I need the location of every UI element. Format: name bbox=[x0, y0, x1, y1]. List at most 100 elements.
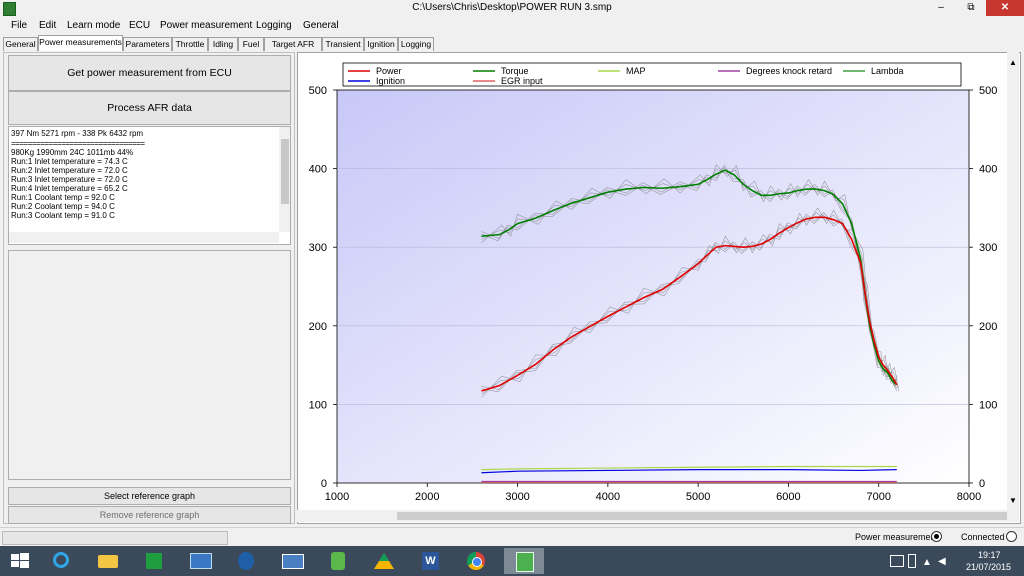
process-afr-button[interactable]: Process AFR data bbox=[8, 91, 291, 125]
google-drive-icon[interactable] bbox=[368, 548, 400, 574]
secondary-scrollbar[interactable] bbox=[279, 251, 290, 479]
close-button[interactable]: ✕ bbox=[986, 0, 1024, 16]
chart-horizontal-scrollbar[interactable] bbox=[297, 510, 1007, 522]
internet-explorer-icon[interactable] bbox=[46, 548, 78, 574]
x-tick-label: 1000 bbox=[325, 491, 349, 503]
windows-start-icon[interactable] bbox=[4, 548, 36, 574]
log-scroll-thumb[interactable] bbox=[281, 139, 289, 204]
log-line: Run:4 Inlet temperature = 65.2 C bbox=[11, 184, 128, 193]
get-power-measurement-button[interactable]: Get power measurement from ECU bbox=[8, 55, 291, 91]
battery-icon[interactable] bbox=[908, 554, 916, 568]
tab-parameters[interactable]: Parameters bbox=[123, 37, 172, 51]
action-center-icon[interactable] bbox=[890, 555, 904, 567]
tab-target-afr[interactable]: Target AFR bbox=[264, 37, 322, 51]
results-log[interactable]: 397 Nm 5271 rpm - 338 Pk 6432 rpm ======… bbox=[8, 126, 291, 245]
file-explorer-icon[interactable] bbox=[92, 548, 124, 574]
y-tick-label-left: 0 bbox=[321, 478, 327, 490]
y-tick-label-right: 400 bbox=[979, 164, 997, 176]
connected-radio[interactable] bbox=[1006, 531, 1017, 542]
tab-transient[interactable]: Transient bbox=[322, 37, 364, 51]
log-line: Run:3 Inlet temperature = 72.0 C bbox=[11, 175, 128, 184]
menu-bar bbox=[0, 17, 1024, 35]
chart-legend-box bbox=[342, 62, 962, 87]
x-tick-label: 3000 bbox=[505, 491, 529, 503]
menu-file[interactable]: File bbox=[11, 20, 27, 31]
log-line: 980Kg 1990mm 24C 1011mb 44% bbox=[11, 148, 134, 157]
maximize-button[interactable]: ⧉ bbox=[958, 0, 984, 16]
volume-icon[interactable]: ◀ bbox=[938, 556, 946, 567]
calculator-icon[interactable] bbox=[230, 548, 262, 574]
radio-selected-dot bbox=[934, 534, 939, 539]
scroll-up-icon[interactable]: ▲ bbox=[1009, 58, 1017, 67]
legend-label: Lambda bbox=[871, 66, 904, 76]
window-title: C:\Users\Chris\Desktop\POWER RUN 3.smp bbox=[412, 2, 612, 13]
connected-label: Connected bbox=[961, 532, 1005, 542]
x-tick-label: 7000 bbox=[866, 491, 890, 503]
y-tick-label-left: 300 bbox=[309, 242, 327, 254]
y-tick-label-left: 500 bbox=[309, 85, 327, 97]
progress-bar bbox=[2, 531, 228, 545]
power-measurement-label: Power measurement bbox=[855, 532, 939, 542]
remove-reference-graph-button[interactable]: Remove reference graph bbox=[8, 506, 291, 524]
x-tick-label: 4000 bbox=[596, 491, 620, 503]
tab-general[interactable]: General bbox=[3, 37, 38, 51]
y-tick-label-left: 400 bbox=[309, 164, 327, 176]
chart-panel: 0 0 100 100 200 200 300 300 400 400 500 500 1000 2000… bbox=[297, 52, 1021, 524]
log-line: Run:2 Inlet temperature = 72.0 C bbox=[11, 166, 128, 175]
power-chart[interactable]: 0 0 100 100 200 200 300 300 400 400 500 500 1000 2000… bbox=[298, 53, 1020, 511]
x-tick-label: 5000 bbox=[686, 491, 710, 503]
y-tick-label-right: 0 bbox=[979, 478, 985, 490]
legend-label: Power bbox=[376, 66, 402, 76]
legend-label: Ignition bbox=[376, 76, 405, 86]
minimize-button[interactable]: – bbox=[928, 0, 954, 16]
x-tick-label: 6000 bbox=[776, 491, 800, 503]
menu-logging[interactable]: Logging bbox=[256, 20, 292, 31]
taskbar-time[interactable]: 19:17 bbox=[978, 550, 1001, 560]
messaging-icon[interactable] bbox=[276, 548, 308, 574]
evernote-icon[interactable] bbox=[322, 548, 354, 574]
chart-scroll-thumb[interactable] bbox=[397, 512, 1007, 520]
tab-power-measurements[interactable]: Power measurements bbox=[38, 35, 123, 51]
remote-desktop-icon[interactable] bbox=[184, 548, 216, 574]
legend-label: MAP bbox=[626, 66, 646, 76]
scroll-down-icon[interactable]: ▼ bbox=[1009, 496, 1017, 505]
tab-idling[interactable]: Idling bbox=[208, 37, 238, 51]
menu-learn-mode[interactable]: Learn mode bbox=[67, 20, 120, 31]
word-icon[interactable]: W bbox=[414, 548, 446, 574]
y-tick-label-right: 500 bbox=[979, 85, 997, 97]
chrome-icon[interactable] bbox=[460, 548, 492, 574]
secondary-output-box[interactable] bbox=[8, 250, 291, 480]
tab-logging[interactable]: Logging bbox=[398, 37, 434, 51]
x-tick-label: 8000 bbox=[957, 491, 981, 503]
menu-general[interactable]: General bbox=[303, 20, 339, 31]
y-tick-label-right: 100 bbox=[979, 399, 997, 411]
tab-fuel[interactable]: Fuel bbox=[238, 37, 264, 51]
legend-label: EGR input bbox=[501, 76, 543, 86]
log-line: ================================ bbox=[11, 139, 145, 148]
log-line: 397 Nm 5271 rpm - 338 Pk 6432 rpm bbox=[11, 129, 144, 138]
menu-power-measurement[interactable]: Power measurement bbox=[160, 20, 252, 31]
tab-throttle[interactable]: Throttle bbox=[172, 37, 208, 51]
log-line: Run:2 Coolant temp = 94.0 C bbox=[11, 202, 115, 211]
plot-area bbox=[336, 89, 970, 484]
y-tick-label-right: 200 bbox=[979, 321, 997, 333]
log-line: Run:3 Coolant temp = 91.0 C bbox=[11, 211, 115, 220]
menu-ecu[interactable]: ECU bbox=[129, 20, 150, 31]
log-line: Run:1 Coolant temp = 92.0 C bbox=[11, 193, 115, 202]
log-horizontal-scrollbar[interactable] bbox=[9, 232, 279, 243]
store-icon[interactable] bbox=[138, 548, 170, 574]
chart-vertical-scrollbar[interactable]: ▲ ▼ bbox=[1007, 52, 1019, 522]
legend-label: Torque bbox=[501, 66, 529, 76]
taskbar-date[interactable]: 21/07/2015 bbox=[966, 562, 1011, 572]
x-tick-label: 2000 bbox=[415, 491, 439, 503]
y-tick-label-left: 200 bbox=[309, 321, 327, 333]
select-reference-graph-button[interactable]: Select reference graph bbox=[8, 487, 291, 505]
wifi-icon[interactable]: ▲ bbox=[922, 557, 932, 568]
menu-edit[interactable]: Edit bbox=[39, 20, 56, 31]
y-tick-label-left: 100 bbox=[309, 399, 327, 411]
ecu-tuner-app-icon[interactable] bbox=[504, 548, 544, 574]
log-vertical-scrollbar[interactable] bbox=[279, 127, 290, 232]
power-measurement-radio[interactable] bbox=[931, 531, 942, 542]
y-tick-label-right: 300 bbox=[979, 242, 997, 254]
tab-ignition[interactable]: Ignition bbox=[364, 37, 398, 51]
